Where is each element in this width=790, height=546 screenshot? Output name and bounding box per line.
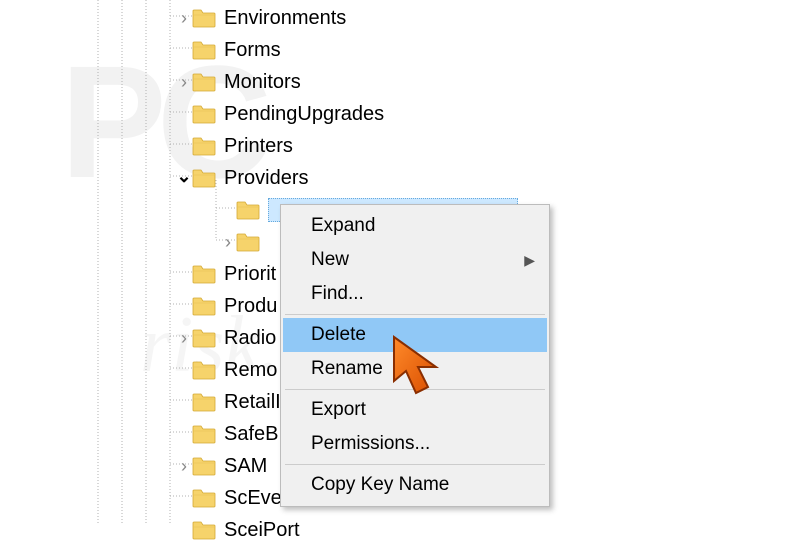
- tree-item-label: Forms: [224, 39, 281, 62]
- tree-item-label: Priorit: [224, 263, 276, 286]
- menu-export[interactable]: Export: [283, 393, 547, 427]
- tree-item[interactable]: › Environments: [0, 2, 518, 34]
- chevron-down-icon[interactable]: ⌄: [176, 168, 192, 184]
- menu-label: Copy Key Name: [311, 474, 449, 496]
- menu-separator: [285, 464, 545, 465]
- menu-expand[interactable]: Expand: [283, 209, 547, 243]
- tree-item-label: Printers: [224, 135, 293, 158]
- tree-item-label: SceiPort: [224, 519, 300, 542]
- menu-rename[interactable]: Rename: [283, 352, 547, 386]
- tree-item[interactable]: Printers: [0, 130, 518, 162]
- folder-icon: [192, 360, 216, 380]
- tree-item[interactable]: PendingUpgrades: [0, 98, 518, 130]
- tree-item-label: SAM: [224, 455, 267, 478]
- menu-label: Permissions...: [311, 433, 430, 455]
- menu-label: Rename: [311, 358, 383, 380]
- menu-delete[interactable]: Delete: [283, 318, 547, 352]
- tree-item[interactable]: ⌄ Providers: [0, 162, 518, 194]
- tree-item-label: Monitors: [224, 71, 301, 94]
- tree-item-label: Environments: [224, 7, 346, 30]
- folder-icon: [192, 520, 216, 540]
- folder-icon: [192, 488, 216, 508]
- folder-icon: [192, 264, 216, 284]
- folder-icon: [236, 200, 260, 220]
- menu-label: Find...: [311, 283, 364, 305]
- folder-icon: [192, 72, 216, 92]
- chevron-right-icon[interactable]: ›: [176, 458, 192, 474]
- menu-new[interactable]: New ▶: [283, 243, 547, 277]
- spacer: [176, 42, 192, 58]
- spacer: [176, 394, 192, 410]
- tree-item-label: ScEve: [224, 487, 282, 510]
- menu-label: New: [311, 249, 349, 271]
- menu-separator: [285, 389, 545, 390]
- tree-item-label: Remo: [224, 359, 277, 382]
- spacer: [176, 138, 192, 154]
- folder-icon: [236, 232, 260, 252]
- spacer: [176, 298, 192, 314]
- folder-icon: [192, 104, 216, 124]
- spacer: [176, 522, 192, 538]
- tree-item-label: PendingUpgrades: [224, 103, 384, 126]
- folder-icon: [192, 136, 216, 156]
- folder-icon: [192, 328, 216, 348]
- spacer: [176, 426, 192, 442]
- tree-item-label: RetailI: [224, 391, 281, 414]
- chevron-right-icon[interactable]: ›: [176, 330, 192, 346]
- spacer: [176, 266, 192, 282]
- menu-label: Delete: [311, 324, 366, 346]
- chevron-right-icon[interactable]: ›: [220, 234, 236, 250]
- tree-item[interactable]: Forms: [0, 34, 518, 66]
- tree-item-label: Produ: [224, 295, 277, 318]
- spacer: [220, 202, 236, 218]
- spacer: [176, 106, 192, 122]
- folder-icon: [192, 168, 216, 188]
- chevron-right-icon[interactable]: ›: [176, 74, 192, 90]
- tree-item-label: SafeB: [224, 423, 278, 446]
- menu-label: Export: [311, 399, 366, 421]
- menu-label: Expand: [311, 215, 375, 237]
- tree-item[interactable]: › Monitors: [0, 66, 518, 98]
- folder-icon: [192, 296, 216, 316]
- menu-copy-key-name[interactable]: Copy Key Name: [283, 468, 547, 502]
- tree-item-label: Providers: [224, 167, 308, 190]
- spacer: [176, 490, 192, 506]
- spacer: [176, 362, 192, 378]
- folder-icon: [192, 456, 216, 476]
- folder-icon: [192, 8, 216, 28]
- folder-icon: [192, 392, 216, 412]
- tree-item-label: Radio: [224, 327, 276, 350]
- chevron-right-icon[interactable]: ›: [176, 10, 192, 26]
- tree-item[interactable]: SceiPort: [0, 514, 518, 546]
- folder-icon: [192, 424, 216, 444]
- menu-permissions[interactable]: Permissions...: [283, 427, 547, 461]
- chevron-right-icon: ▶: [524, 252, 535, 269]
- menu-find[interactable]: Find...: [283, 277, 547, 311]
- context-menu: Expand New ▶ Find... Delete Rename Export…: [280, 204, 550, 507]
- menu-separator: [285, 314, 545, 315]
- folder-icon: [192, 40, 216, 60]
